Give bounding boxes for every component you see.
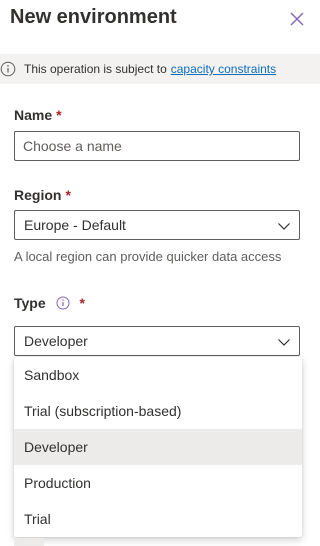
close-icon	[290, 12, 304, 26]
required-mark: *	[65, 187, 71, 203]
panel-title: New environment	[10, 6, 177, 28]
region-dropdown[interactable]: Europe - Default	[14, 210, 300, 240]
name-input[interactable]	[15, 132, 299, 160]
name-label-text: Name	[14, 107, 53, 123]
capacity-constraints-link[interactable]: capacity constraints	[171, 62, 276, 76]
info-icon[interactable]	[56, 296, 70, 310]
type-label-text: Type	[14, 295, 46, 311]
option-trial[interactable]: Trial	[14, 501, 302, 537]
panel-header: New environment	[0, 0, 320, 40]
name-field[interactable]	[14, 131, 300, 161]
chevron-down-icon	[278, 339, 290, 346]
region-selected-value: Europe - Default	[24, 217, 126, 233]
type-dropdown[interactable]: Developer	[14, 326, 300, 356]
region-helper-text: A local region can provide quicker data …	[14, 249, 282, 264]
type-selected-value: Developer	[24, 333, 88, 349]
info-message-bar: This operation is subject to capacity co…	[0, 54, 320, 84]
option-trial-subscription-based[interactable]: Trial (subscription-based)	[14, 393, 302, 429]
type-label: Type *	[14, 295, 85, 311]
info-text: This operation is subject to	[24, 62, 167, 76]
hidden-control-edge	[14, 538, 44, 546]
name-label: Name *	[14, 107, 62, 123]
required-mark: *	[56, 107, 62, 123]
option-sandbox[interactable]: Sandbox	[14, 357, 302, 393]
close-button[interactable]	[288, 10, 306, 28]
chevron-down-icon	[278, 223, 290, 230]
info-icon	[0, 61, 16, 77]
option-developer[interactable]: Developer	[14, 429, 302, 465]
type-options-list: Sandbox Trial (subscription-based) Devel…	[14, 357, 302, 537]
region-label: Region *	[14, 187, 71, 203]
option-production[interactable]: Production	[14, 465, 302, 501]
required-mark: *	[79, 295, 85, 311]
region-label-text: Region	[14, 187, 62, 203]
